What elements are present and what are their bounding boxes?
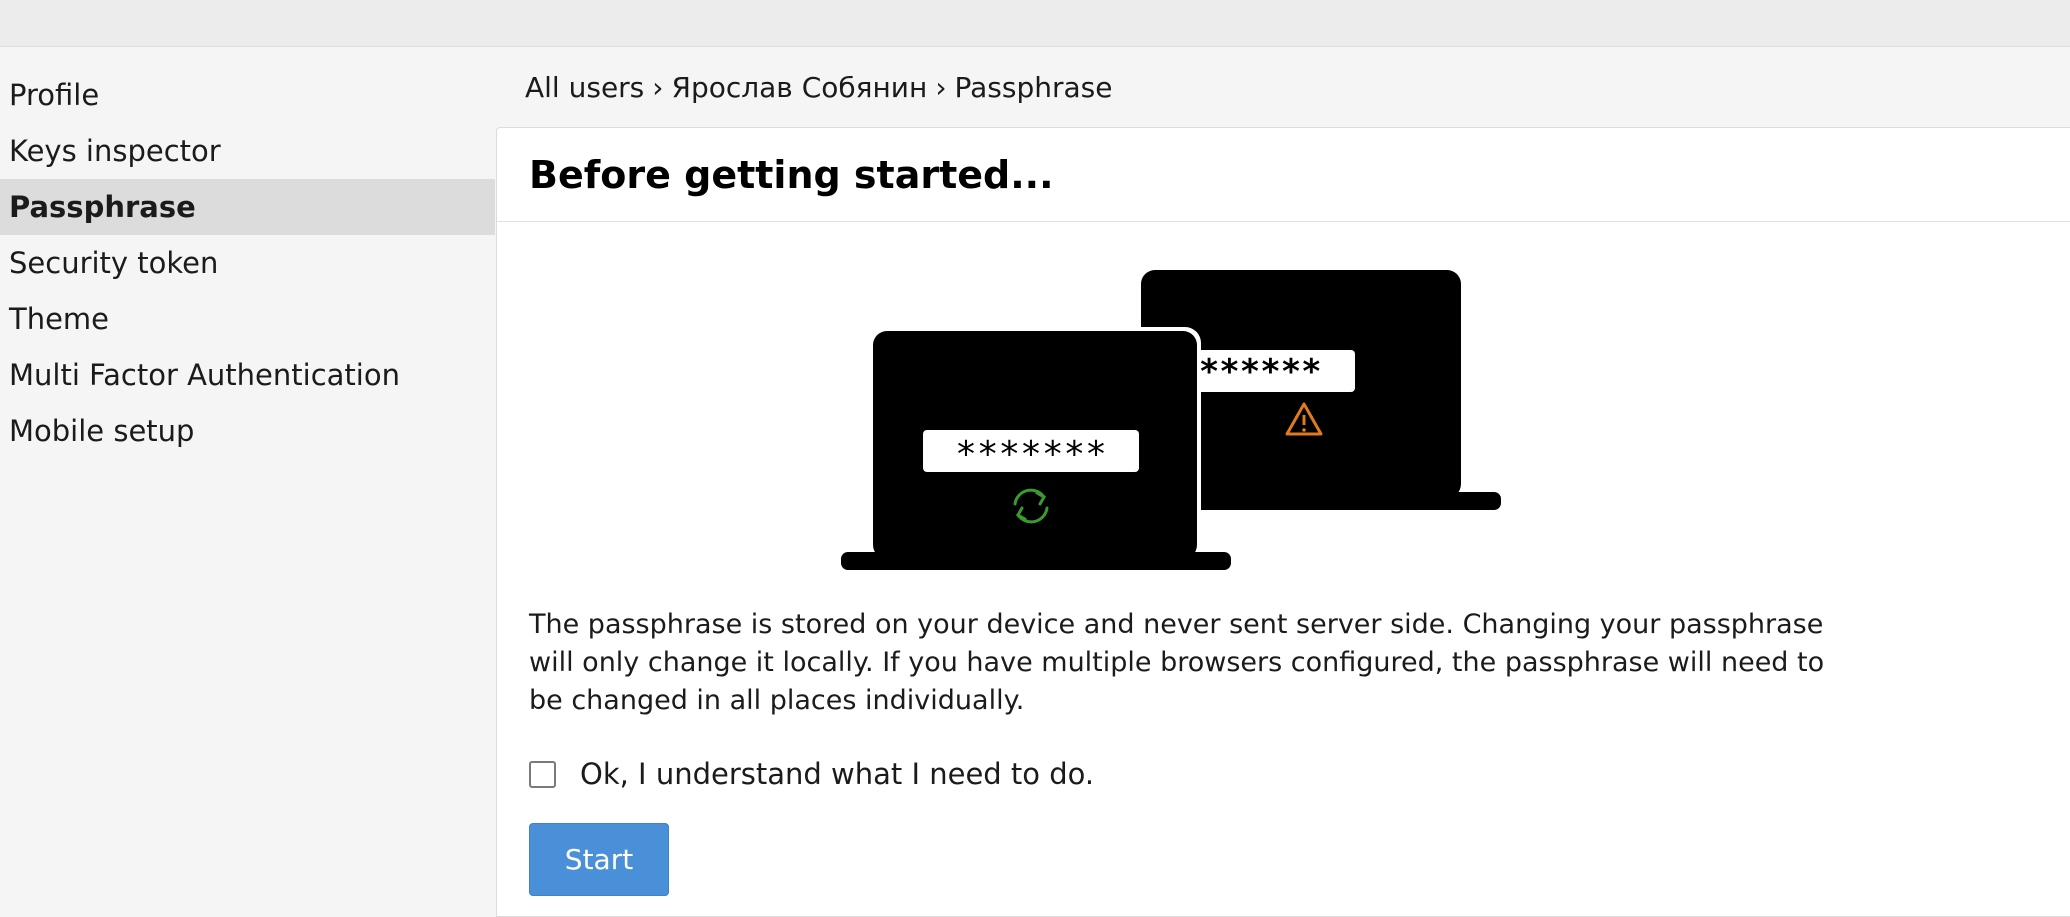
sidebar-item-mobile-setup[interactable]: Mobile setup xyxy=(0,403,495,459)
laptops-illustration: ******* ******* xyxy=(841,270,1501,570)
breadcrumb-separator: › xyxy=(935,71,947,104)
breadcrumb: All users › Ярослав Собянин › Passphrase xyxy=(525,68,1112,108)
start-button[interactable]: Start xyxy=(529,823,669,896)
passphrase-panel: Before getting started... ******* ******… xyxy=(496,127,2070,917)
breadcrumb-all-users[interactable]: All users xyxy=(525,71,644,104)
panel-header: Before getting started... xyxy=(497,128,2070,222)
sidebar-item-keys-inspector[interactable]: Keys inspector xyxy=(0,123,495,179)
panel-title: Before getting started... xyxy=(529,152,1054,197)
sidebar-nav: Profile Keys inspector Passphrase Securi… xyxy=(0,67,495,459)
front-laptop-icon: ******* xyxy=(841,327,1231,570)
breadcrumb-separator: › xyxy=(652,71,664,104)
sidebar-item-passphrase[interactable]: Passphrase xyxy=(0,179,495,235)
passphrase-description: The passphrase is stored on your device … xyxy=(529,609,1825,716)
breadcrumb-current: Passphrase xyxy=(954,71,1113,104)
sidebar-item-mfa[interactable]: Multi Factor Authentication xyxy=(0,347,495,403)
understand-checkbox[interactable] xyxy=(529,760,556,788)
top-bar xyxy=(0,0,2070,47)
sidebar-item-security-token[interactable]: Security token xyxy=(0,235,495,291)
understand-checkbox-row[interactable]: Ok, I understand what I need to do. xyxy=(529,754,1094,794)
sidebar-item-theme[interactable]: Theme xyxy=(0,291,495,347)
sidebar-item-profile[interactable]: Profile xyxy=(0,67,495,123)
breadcrumb-user[interactable]: Ярослав Собянин xyxy=(671,71,927,104)
front-password-text: ******* xyxy=(955,434,1107,475)
understand-checkbox-label: Ok, I understand what I need to do. xyxy=(580,757,1095,791)
